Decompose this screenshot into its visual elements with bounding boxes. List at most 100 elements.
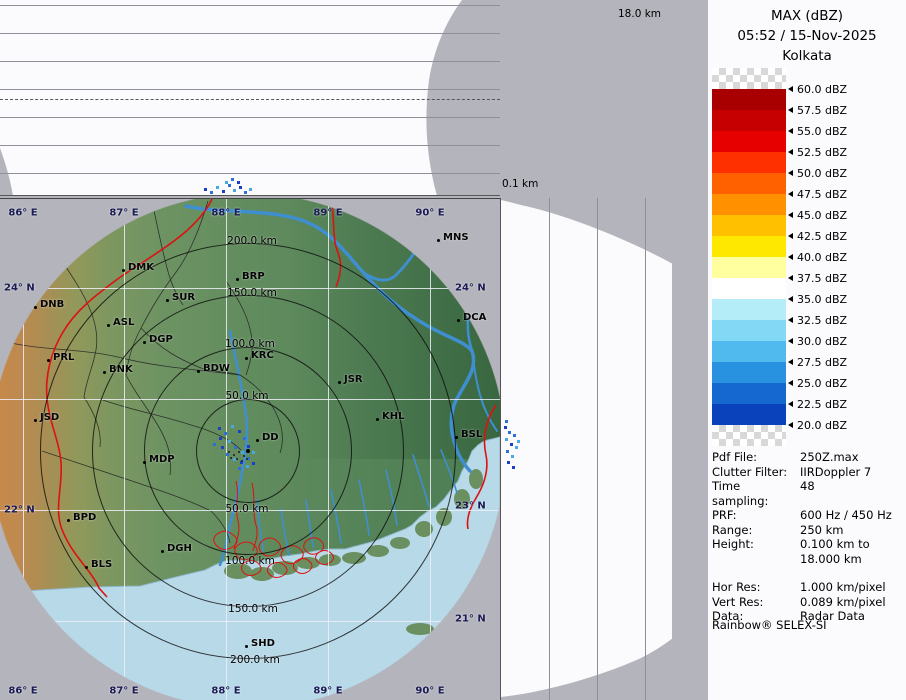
projection-echo-pixel: [508, 431, 511, 434]
projection-echo-pixel: [210, 191, 213, 194]
scale-label-row: 47.5 dBZ: [788, 184, 847, 204]
product-info-block: Pdf File:250Z.maxClutter Filter:IIRDoppl…: [712, 450, 904, 624]
city-dot: [437, 239, 440, 242]
city-code-label: JSD: [40, 412, 59, 423]
projection-echo-pixel: [505, 420, 508, 423]
projection-echo-pixel: [513, 434, 516, 437]
scale-label-text: 30.0 dBZ: [797, 335, 847, 348]
projection-echo-pixel: [239, 186, 242, 189]
city-dot: [457, 319, 460, 322]
city-code-label: PRL: [53, 352, 74, 363]
info-value: 1.000 km/pixel: [800, 580, 886, 595]
scale-tick-arrow: [788, 338, 793, 344]
scale-label-row: 40.0 dBZ: [788, 247, 847, 267]
height-gridline: [0, 5, 500, 6]
freezing-level-line: [0, 99, 500, 100]
scale-tick-arrow: [788, 170, 793, 176]
scale-label-row: 60.0 dBZ: [788, 79, 847, 99]
city-code-label: DMK: [128, 262, 154, 273]
info-row: Time sampling:48: [712, 479, 904, 508]
scan-datetime: 05:52 / 15-Nov-2025: [708, 26, 906, 46]
scale-label-row: 45.0 dBZ: [788, 205, 847, 225]
city-code-label: MDP: [149, 454, 175, 465]
scale-label-row: 32.5 dBZ: [788, 310, 847, 330]
city-dot: [161, 550, 164, 553]
longitude-label-top: 87° E: [109, 208, 138, 219]
projection-echo-pixel: [237, 181, 240, 184]
legend-title-block: MAX (dBZ) 05:52 / 15-Nov-2025 Kolkata: [708, 6, 906, 66]
range-ring-label: 50.0 km: [225, 503, 268, 515]
city-code-label: DNB: [40, 299, 64, 310]
range-ring-label: 150.0 km: [228, 603, 278, 615]
radar-application-window: { "header": { "product_title": "MAX (dBZ…: [0, 0, 906, 700]
city-code-label: KHL: [382, 411, 405, 422]
scale-underflow-checker: [712, 425, 786, 446]
projection-echo-pixel: [512, 466, 515, 469]
height-gridline: [0, 145, 500, 146]
scale-tick-arrow: [788, 254, 793, 260]
scale-tick-arrow: [788, 422, 793, 428]
projection-echo-pixel: [216, 186, 219, 189]
city-dot: [103, 371, 106, 374]
scale-color-cell: [712, 236, 786, 257]
scale-label-text: 25.0 dBZ: [797, 377, 847, 390]
longitude-label-bottom: 89° E: [313, 686, 342, 697]
info-row: Vert Res:0.089 km/pixel: [712, 595, 904, 610]
longitude-label-top: 88° E: [211, 208, 240, 219]
scale-label-text: 32.5 dBZ: [797, 314, 847, 327]
scale-color-cell: [712, 404, 786, 425]
scale-color-cell: [712, 194, 786, 215]
scale-color-cell: [712, 173, 786, 194]
info-label: Hor Res:: [712, 580, 800, 595]
city-dot: [256, 439, 259, 442]
city-dot: [455, 436, 458, 439]
scale-tick-arrow: [788, 275, 793, 281]
out-of-range-area-left: [0, 148, 13, 196]
scale-label-row: 57.5 dBZ: [788, 100, 847, 120]
scale-tick-arrow: [788, 86, 793, 92]
scale-label-row: 27.5 dBZ: [788, 352, 847, 372]
info-label: Height:: [712, 537, 800, 566]
scale-color-cell: [712, 362, 786, 383]
city-code-label: JSR: [344, 374, 363, 385]
scale-tick-arrow: [788, 317, 793, 323]
projection-echo-pixel: [510, 443, 513, 446]
projection-echo-pixel: [505, 438, 508, 441]
scale-tick-arrow: [788, 128, 793, 134]
range-ring-label: 50.0 km: [225, 390, 268, 402]
info-label: Range:: [712, 523, 800, 538]
scale-label-row: 22.5 dBZ: [788, 394, 847, 414]
vertical-projection-right-panel: [500, 198, 672, 700]
scale-label-text: 52.5 dBZ: [797, 146, 847, 159]
info-label: Time sampling:: [712, 479, 800, 508]
projection-echo-pixel: [233, 189, 236, 192]
scale-tick-arrow: [788, 401, 793, 407]
scale-label-text: 47.5 dBZ: [797, 188, 847, 201]
scale-label-text: 60.0 dBZ: [797, 83, 847, 96]
city-code-label: DGP: [149, 334, 173, 345]
city-code-label: DCA: [463, 312, 486, 323]
city-dot: [197, 370, 200, 373]
scale-label-text: 50.0 dBZ: [797, 167, 847, 180]
height-gridline: [0, 173, 500, 174]
right-panel-out-of-range-shading: [501, 198, 672, 700]
latitude-label-left: 24° N: [4, 283, 35, 294]
city-dot: [143, 341, 146, 344]
projection-echo-pixel: [225, 181, 228, 184]
info-value: 0.100 km to 18.000 km: [800, 537, 870, 566]
info-row: Clutter Filter:IIRDoppler 7: [712, 465, 904, 480]
latitude-label-right: 24° N: [455, 283, 486, 294]
city-dot: [143, 461, 146, 464]
station-name: Kolkata: [708, 46, 906, 66]
city-code-label: DGH: [167, 543, 192, 554]
info-row: Height:0.100 km to 18.000 km: [712, 537, 904, 566]
scale-color-cell: [712, 110, 786, 131]
info-value: 600 Hz / 450 Hz: [800, 508, 892, 523]
projection-echo-pixel: [504, 426, 507, 429]
longitude-label-bottom: 88° E: [211, 686, 240, 697]
height-axis-min-label: 0.1 km: [502, 178, 538, 190]
out-of-range-area-bottom: [501, 638, 672, 700]
scale-label-text: 20.0 dBZ: [797, 419, 847, 432]
projection-echo-pixel: [204, 188, 207, 191]
scale-tick-arrow: [788, 233, 793, 239]
